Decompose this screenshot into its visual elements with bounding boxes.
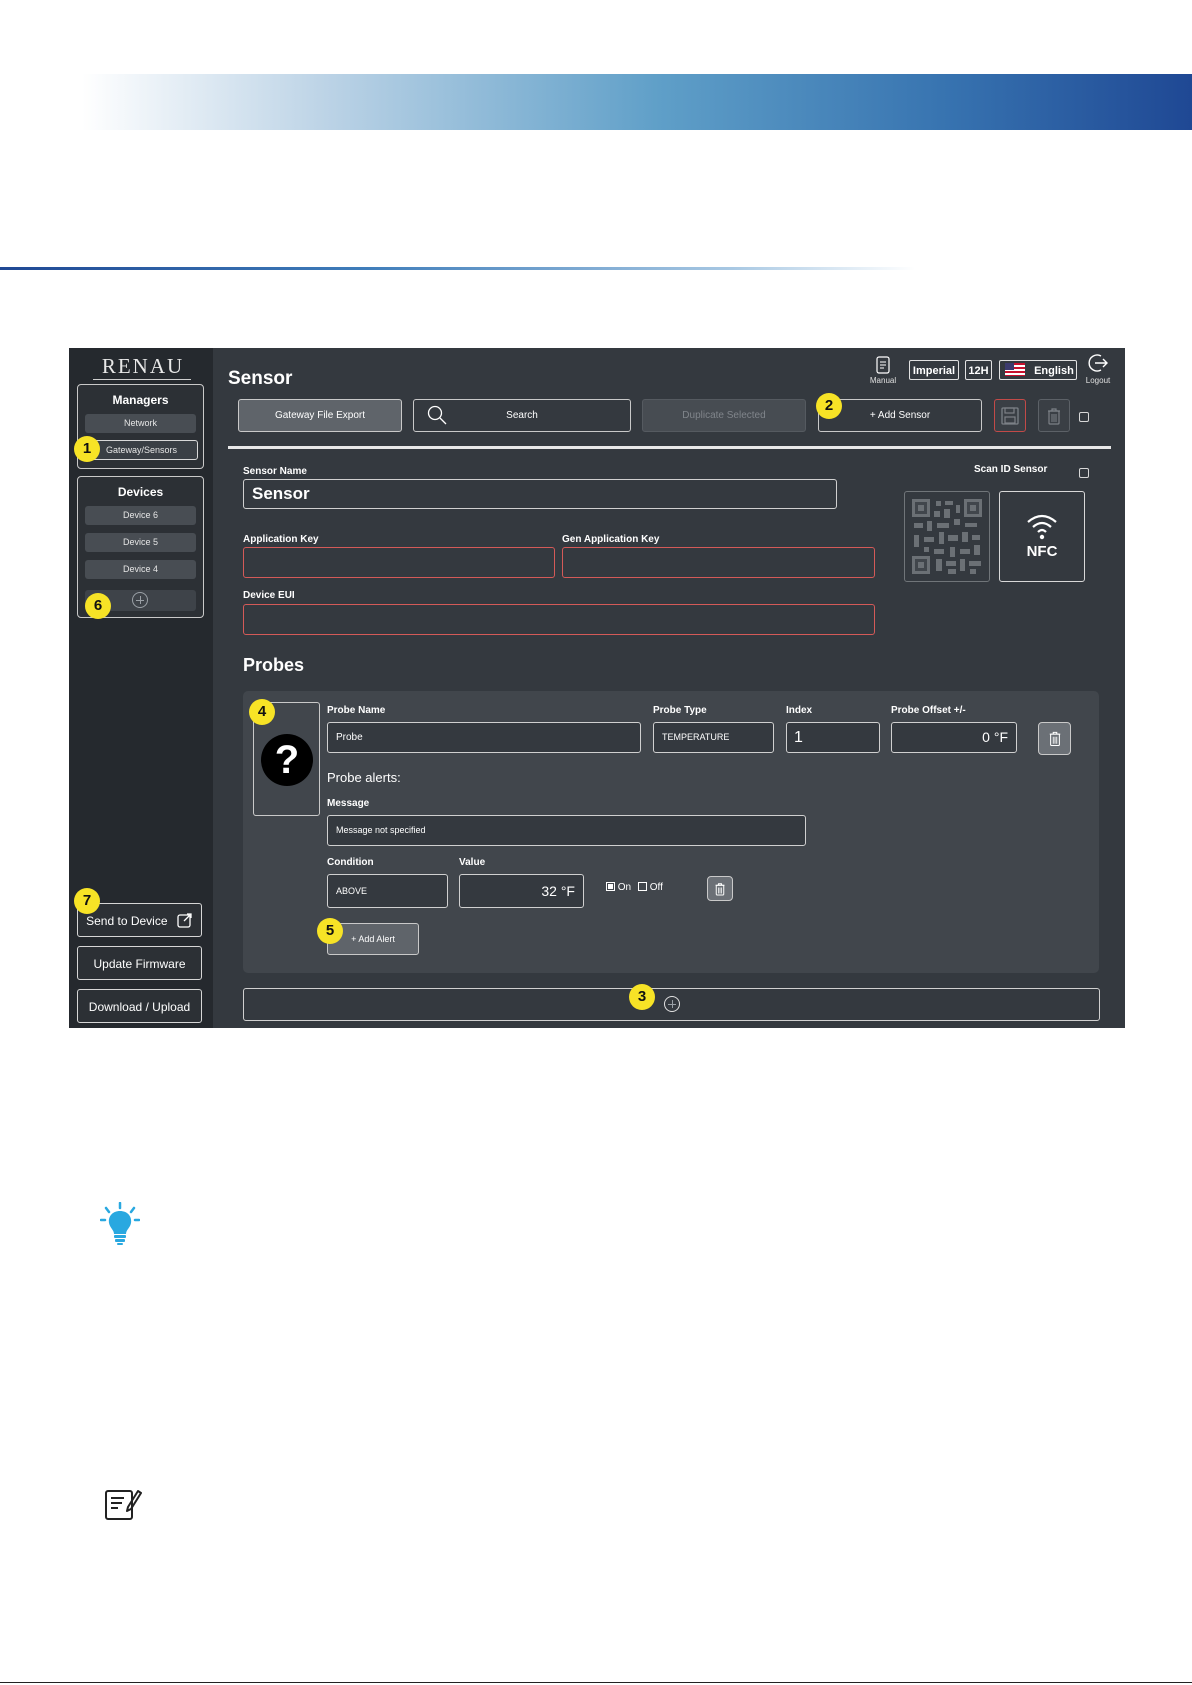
logo-underline — [93, 379, 191, 380]
nfc-label: NFC — [1026, 543, 1058, 560]
sidebar-item-gateway-sensors[interactable]: Gateway/Sensors — [85, 440, 198, 460]
callout-badge-2: 2 — [816, 393, 842, 419]
device-eui-label: Device EUI — [243, 590, 295, 601]
callout-badge-3: 3 — [629, 984, 655, 1010]
qr-scan-button[interactable] — [904, 491, 990, 582]
logout-label: Logout — [1085, 376, 1111, 385]
wifi-icon — [1027, 514, 1057, 540]
callout-badge-1: 1 — [74, 436, 100, 462]
gateway-file-export-button[interactable]: Gateway File Export — [238, 399, 402, 432]
duplicate-selected-button[interactable]: Duplicate Selected — [642, 399, 806, 432]
add-probe-button[interactable] — [243, 988, 1100, 1021]
update-firmware-button[interactable]: Update Firmware — [77, 946, 202, 980]
qr-code-icon — [912, 499, 982, 574]
header-gradient-band — [82, 74, 1192, 130]
probe-alerts-title: Probe alerts: — [327, 770, 401, 785]
probe-type-label: Probe Type — [653, 705, 707, 716]
message-label: Message — [327, 798, 370, 809]
manual-button[interactable]: Manual — [869, 356, 897, 385]
app-window: RENAU Managers Network Gateway/Sensors D… — [69, 348, 1125, 1028]
callout-badge-7: 7 — [74, 888, 100, 914]
probe-card: ? Probe Name Probe Probe Type TEMPERATUR… — [243, 691, 1099, 973]
probe-type-select[interactable]: TEMPERATURE — [653, 722, 774, 753]
alert-on-option[interactable]: On — [606, 882, 631, 893]
index-field[interactable]: 1 — [786, 722, 880, 753]
devices-title: Devices — [117, 485, 164, 499]
nfc-scan-button[interactable]: NFC — [999, 491, 1085, 582]
delete-alert-button[interactable] — [707, 876, 733, 901]
question-icon: ? — [261, 734, 313, 786]
probe-offset-label: Probe Offset +/- — [891, 705, 966, 716]
gen-application-key-field[interactable] — [562, 547, 875, 578]
send-to-device-label: Send to Device — [86, 914, 168, 928]
off-checkbox[interactable] — [638, 882, 647, 891]
download-upload-button[interactable]: Download / Upload — [77, 989, 202, 1023]
condition-label: Condition — [327, 857, 374, 868]
delete-sensor-button[interactable] — [1038, 399, 1070, 432]
lightbulb-icon — [100, 1202, 140, 1245]
note-icon — [105, 1490, 142, 1520]
logout-button[interactable]: Logout — [1083, 352, 1113, 385]
manual-icon — [876, 356, 890, 374]
units-toggle[interactable]: Imperial — [909, 360, 959, 380]
application-key-label: Application Key — [243, 534, 319, 545]
callout-badge-6: 6 — [85, 593, 111, 619]
toolbar-divider — [228, 446, 1111, 449]
search-button[interactable]: Search — [413, 399, 631, 432]
probe-name-field[interactable]: Probe — [327, 722, 641, 753]
condition-select[interactable]: ABOVE — [327, 874, 448, 908]
managers-title: Managers — [112, 393, 169, 407]
off-label: Off — [649, 882, 663, 893]
language-label: English — [1034, 365, 1074, 377]
time-format-toggle[interactable]: 12H — [965, 360, 992, 380]
message-field[interactable]: Message not specified — [327, 815, 806, 846]
sidebar-item-device-4[interactable]: Device 4 — [85, 560, 196, 579]
language-select[interactable]: English — [999, 360, 1077, 380]
probe-name-label: Probe Name — [327, 705, 386, 716]
probe-offset-field[interactable]: 0 °F — [891, 722, 1017, 753]
sidebar-item-device-5[interactable]: Device 5 — [85, 533, 196, 552]
search-icon — [427, 405, 447, 425]
trash-icon — [715, 883, 725, 896]
alert-value-field[interactable]: 32 °F — [459, 874, 584, 908]
probes-title: Probes — [243, 655, 305, 675]
trash-icon — [1049, 731, 1061, 747]
index-label: Index — [786, 705, 813, 716]
sidebar-item-network[interactable]: Network — [85, 414, 196, 433]
search-label: Search — [506, 410, 538, 421]
add-circle-icon — [664, 996, 680, 1012]
delete-probe-button[interactable] — [1038, 722, 1071, 755]
section-divider-line — [0, 267, 915, 270]
device-eui-field[interactable] — [243, 604, 875, 635]
renau-logo: RENAU — [101, 354, 185, 378]
us-flag-icon — [1005, 363, 1025, 376]
application-key-field[interactable] — [243, 547, 555, 578]
trash-icon — [1048, 408, 1060, 425]
select-all-checkbox[interactable] — [1079, 412, 1089, 422]
callout-badge-5: 5 — [317, 918, 343, 944]
sensor-name-label: Sensor Name — [243, 466, 307, 477]
manual-label: Manual — [869, 376, 897, 385]
gen-application-key-label: Gen Application Key — [562, 534, 660, 545]
scan-id-sensor-label: Scan ID Sensor — [974, 464, 1048, 475]
alert-off-option[interactable]: Off — [638, 882, 663, 893]
page-title: Sensor — [228, 368, 293, 389]
sensor-name-field[interactable]: Sensor — [243, 479, 837, 509]
value-label: Value — [459, 857, 486, 868]
on-checkbox[interactable] — [606, 882, 615, 891]
callout-badge-4: 4 — [249, 699, 275, 725]
export-icon — [177, 913, 192, 928]
on-label: On — [617, 882, 632, 893]
add-circle-icon — [132, 592, 148, 608]
footer-line — [0, 1682, 1192, 1683]
sidebar-item-device-6[interactable]: Device 6 — [85, 506, 196, 525]
scan-id-checkbox[interactable] — [1079, 468, 1089, 478]
save-button[interactable] — [994, 399, 1026, 432]
save-icon — [1001, 407, 1019, 425]
logout-icon — [1088, 354, 1108, 372]
add-sensor-button[interactable]: + Add Sensor — [818, 399, 982, 432]
